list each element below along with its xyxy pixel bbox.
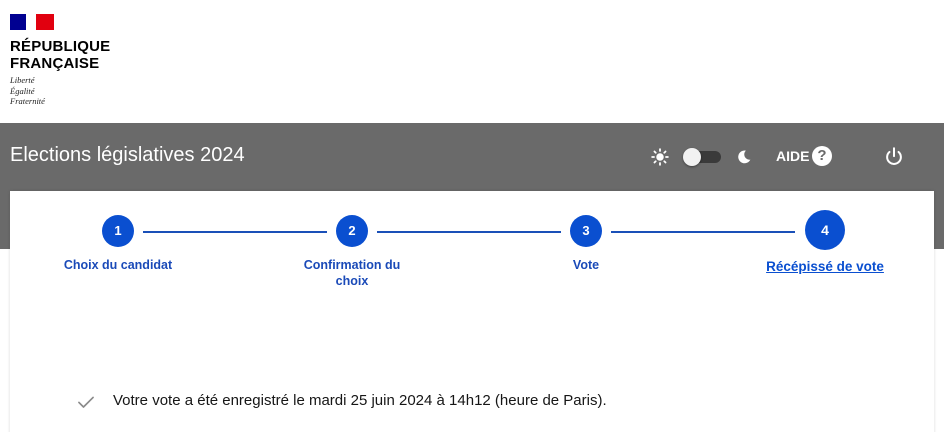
- step-1-circle: 1: [102, 215, 134, 247]
- theme-toggle[interactable]: [683, 148, 721, 166]
- power-icon[interactable]: [883, 146, 905, 168]
- stepper-connector: [143, 231, 327, 233]
- logo-text: RÉPUBLIQUE FRANÇAISE: [10, 38, 110, 72]
- step-3-label: Vote: [572, 258, 600, 272]
- page-title: Elections législatives 2024: [10, 144, 245, 166]
- sun-icon: [651, 148, 669, 166]
- stepper-connector: [377, 231, 561, 233]
- vote-confirmation-message: Votre vote a été enregistré le mardi 25 …: [113, 392, 607, 409]
- step-4-circle: 4: [805, 210, 845, 250]
- logo-line-1: RÉPUBLIQUE: [10, 38, 111, 55]
- motto-egalite: Égalité: [10, 85, 35, 96]
- step-4-label[interactable]: Récépissé de vote: [765, 258, 885, 276]
- step-2-circle: 2: [336, 215, 368, 247]
- toggle-thumb: [683, 148, 701, 166]
- help-icon[interactable]: ?: [812, 146, 832, 166]
- step-2-label: Confirmation du choix: [303, 258, 401, 288]
- logo-line-2: FRANÇAISE: [10, 55, 100, 72]
- motto: Liberté Égalité Fraternité: [10, 75, 110, 107]
- check-icon: [78, 396, 94, 408]
- step-1-label: Choix du candidat: [63, 258, 173, 272]
- motto-fraternite: Fraternité: [10, 96, 45, 106]
- moon-icon: [738, 150, 751, 164]
- motto-liberte: Liberté: [10, 75, 35, 85]
- french-flag-icon: [10, 14, 54, 30]
- step-3-circle: 3: [570, 215, 602, 247]
- aide-link[interactable]: AIDE: [776, 148, 809, 164]
- stepper-connector: [611, 231, 795, 233]
- republique-francaise-logo: RÉPUBLIQUE FRANÇAISE Liberté Égalité Fra…: [10, 14, 110, 107]
